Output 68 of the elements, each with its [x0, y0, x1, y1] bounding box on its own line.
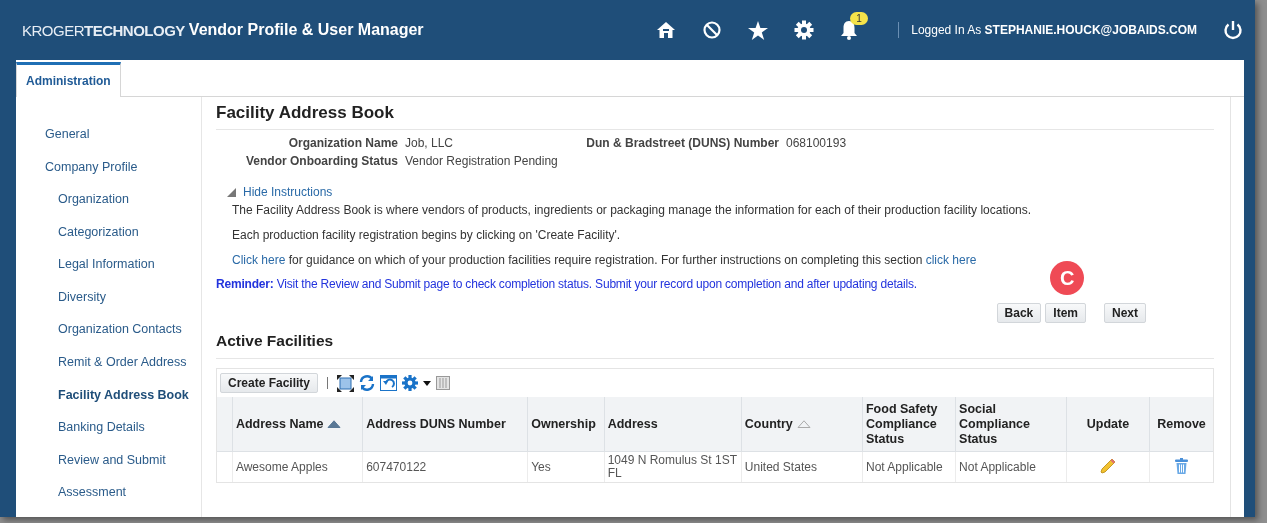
column-header[interactable]: Update: [1066, 397, 1150, 452]
table-cell: Not Applicable: [955, 451, 1067, 482]
settings-icon[interactable]: [794, 20, 815, 40]
home-icon[interactable]: [656, 21, 677, 39]
bell-icon[interactable]: [840, 20, 859, 40]
sidebar-item[interactable]: Facility Address Book: [45, 386, 201, 420]
instruction-text: Each production facility registration begins by clicking on 'Create Facility'.: [232, 228, 622, 242]
hide-instructions-link[interactable]: Hide Instructions: [243, 185, 333, 199]
field-value: Job, LLC: [405, 135, 455, 151]
create-facility-button[interactable]: Create Facility: [220, 373, 319, 393]
table-cell: Not Applicable: [862, 451, 956, 482]
sidebar-item[interactable]: Categorization: [45, 223, 201, 257]
section-title: Active Facilities: [216, 332, 1214, 359]
nav-button[interactable]: Next: [1104, 303, 1146, 323]
instruction-text: Click here for guidance on which of your production facilities require registration. For further instructions on completing this section click here: [232, 253, 978, 267]
reminder-text: Reminder: Visit the Review and Submit page to check completion status. Submit your record upon completion and after updating details.: [216, 277, 917, 291]
gear-icon[interactable]: [402, 375, 419, 391]
sidebar-item[interactable]: Organization Contacts: [45, 321, 201, 355]
table-cell: 1049 N Romulus St 1ST FL: [604, 451, 742, 482]
field-label: Vendor Onboarding Status: [245, 153, 398, 169]
trash-icon[interactable]: [1174, 457, 1188, 474]
column-header[interactable]: Country: [741, 397, 863, 452]
power-icon[interactable]: [1223, 20, 1243, 40]
sidebar-item[interactable]: General: [45, 126, 201, 159]
sidebar-item[interactable]: Organization: [45, 191, 201, 224]
column-header[interactable]: Food Safety Compliance Status: [862, 397, 956, 452]
link[interactable]: Click here: [232, 253, 286, 267]
column-header[interactable]: Remove: [1149, 397, 1213, 452]
nav-button[interactable]: Item: [1045, 303, 1086, 323]
notification-badge: 1: [850, 12, 868, 25]
no-symbol-icon[interactable]: [702, 20, 723, 40]
star-icon[interactable]: [748, 20, 769, 40]
triangle-icon[interactable]: [227, 187, 236, 197]
app-title: Vendor Profile & User Manager: [188, 21, 424, 39]
instruction-text: The Facility Address Book is where vendors of products, ingredients or packaging manage the information for each of their production facility locations.: [232, 203, 1033, 217]
link[interactable]: click here: [925, 253, 977, 267]
sidebar-item[interactable]: Legal Information: [45, 256, 201, 289]
sidebar-item[interactable]: Banking Details: [45, 419, 201, 452]
tab[interactable]: Administration: [16, 62, 121, 97]
refresh-icon[interactable]: [359, 375, 376, 391]
sidebar-item[interactable]: Diversity: [45, 288, 201, 322]
sort-ascending-icon[interactable]: [327, 420, 342, 428]
sidebar-item[interactable]: Remit & Order Address: [45, 354, 201, 387]
step-marker: C: [1050, 261, 1085, 295]
expand-icon[interactable]: [337, 374, 355, 392]
caret-icon[interactable]: [423, 380, 432, 386]
window-undo-icon[interactable]: [380, 375, 398, 391]
field-value: 068100193: [786, 135, 848, 151]
sidebar-item[interactable]: Assessment: [45, 484, 201, 517]
field-value: Vendor Registration Pending: [405, 153, 559, 169]
sidebar-item[interactable]: Review and Submit: [45, 451, 201, 485]
logo: KROGERTECHNOLOGY: [22, 21, 185, 39]
field-label: Dun & Bradstreet (DUNS) Number: [585, 135, 779, 151]
column-header[interactable]: Social Compliance Status: [955, 397, 1067, 452]
field-label: Organization Name: [287, 135, 398, 151]
column-header[interactable]: Address DUNS Number: [362, 397, 528, 452]
sidebar-item[interactable]: Company Profile: [45, 158, 201, 192]
column-header[interactable]: Address Name: [232, 397, 363, 452]
page-title: Facility Address Book: [216, 103, 1214, 130]
table-cell: 607470122: [362, 451, 528, 482]
table-cell: Yes: [527, 451, 605, 482]
nav-button[interactable]: Back: [996, 303, 1042, 323]
column-header[interactable]: Address: [604, 397, 742, 452]
column-header[interactable]: Ownership: [527, 397, 605, 452]
pencil-icon[interactable]: [1100, 457, 1116, 474]
table-cell: United States: [741, 451, 863, 482]
table-cell: Awesome Apples: [232, 451, 363, 482]
logged-in-user: Logged In As STEPHANIE.HOUCK@JOBAIDS.COM: [911, 23, 1197, 37]
